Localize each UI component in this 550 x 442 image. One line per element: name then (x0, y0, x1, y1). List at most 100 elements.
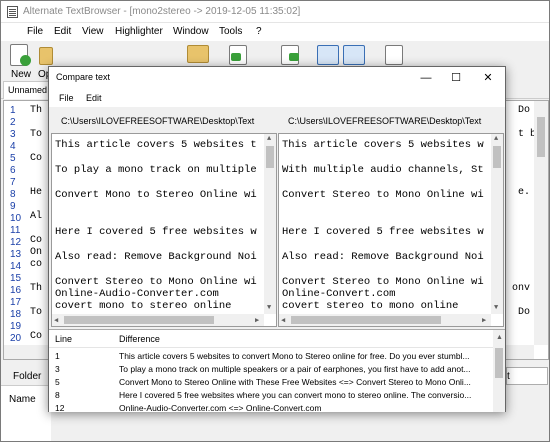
menu-file[interactable]: File (27, 26, 43, 37)
table-row[interactable]: 5 Convert Mono to Stereo Online with The… (49, 376, 489, 389)
menu-edit[interactable]: Edit (54, 26, 71, 37)
folder-icon[interactable] (187, 45, 209, 63)
scroll-thumb[interactable] (64, 316, 214, 324)
line-number: 9 (10, 201, 16, 212)
folder-label: Folder (13, 371, 42, 382)
left-vertical-scrollbar[interactable]: ▲ ▼ (264, 134, 276, 314)
left-text-line: Here I covered 5 free websites w (55, 226, 257, 238)
line-number: 2 (10, 117, 16, 128)
row-line-number: 5 (55, 377, 60, 387)
menu-window[interactable]: Window (173, 26, 209, 37)
plus-icon (20, 55, 31, 66)
compare-text-dialog: Compare text — ☐ ✕ File Edit C:\Users\IL… (48, 66, 506, 412)
button-label: t (507, 371, 510, 382)
scroll-right-icon[interactable]: ▶ (482, 316, 486, 325)
difference-table[interactable]: Line Difference 1 This article covers 5 … (49, 329, 505, 412)
menu-view[interactable]: View (82, 26, 104, 37)
left-text-line: Convert Stereo to Mono Online wi (55, 276, 257, 288)
table-row[interactable]: 1 This article covers 5 websites to conv… (49, 350, 489, 363)
line-number: 16 (10, 285, 22, 296)
name-column-header[interactable]: Name (9, 394, 36, 405)
scroll-thumb[interactable] (537, 117, 545, 157)
scroll-up-icon[interactable]: ▲ (267, 135, 271, 143)
scroll-up-icon[interactable]: ▲ (494, 135, 498, 143)
open-folder-icon (39, 47, 53, 65)
line-number: 7 (10, 177, 16, 188)
new-button[interactable]: New (7, 43, 35, 80)
scroll-thumb[interactable] (266, 146, 274, 168)
file-list[interactable]: Name (1, 385, 51, 441)
editor-vertical-scrollbar[interactable] (534, 101, 548, 345)
right-vertical-scrollbar[interactable]: ▲ ▼ (491, 134, 503, 314)
line-number: 18 (10, 309, 22, 320)
text-fragment: e. (518, 187, 531, 198)
line-number: 15 (10, 273, 22, 284)
left-text-line: Online-Audio-Converter.com (55, 288, 219, 300)
dialog-title-bar: Compare text — ☐ ✕ (49, 67, 505, 89)
menu-highlighter[interactable]: Highlighter (115, 26, 163, 37)
menu-help[interactable]: ? (256, 26, 262, 37)
right-horizontal-scrollbar[interactable]: ◀ ▶ (279, 314, 491, 326)
scroll-up-icon[interactable]: ▲ (496, 334, 503, 341)
right-compare-pane[interactable]: This article covers 5 websites w With mu… (278, 133, 504, 327)
table-row[interactable]: 12 Online-Audio-Converter.com <=> Online… (49, 402, 489, 412)
row-difference: This article covers 5 websites to conver… (119, 351, 470, 361)
scroll-left-icon[interactable]: ◀ (281, 316, 285, 325)
line-number: 11 (10, 225, 21, 236)
close-icon[interactable]: ✕ (473, 67, 503, 89)
left-horizontal-scrollbar[interactable]: ◀ ▶ (52, 314, 264, 326)
scroll-down-icon[interactable]: ▼ (267, 304, 271, 312)
row-line-number: 8 (55, 390, 60, 400)
main-menu-bar: File Edit View Highlighter Window Tools … (1, 23, 549, 41)
right-text-line: With multiple audio channels, St (282, 164, 484, 176)
difference-table-header: Line Difference (49, 330, 505, 348)
left-text-line: This article covers 5 websites t (55, 139, 257, 151)
left-compare-pane[interactable]: This article covers 5 websites t To play… (51, 133, 277, 327)
left-text-line: Convert Mono to Stereo Online wi (55, 189, 257, 201)
scroll-thumb[interactable] (493, 146, 501, 168)
prev-window-icon[interactable] (317, 45, 339, 65)
table-row[interactable]: 3 To play a mono track on multiple speak… (49, 363, 489, 376)
scroll-thumb[interactable] (495, 348, 503, 378)
menu-tools[interactable]: Tools (219, 26, 242, 37)
right-text-line: covert stereo to mono online (282, 300, 459, 312)
bottom-right-button[interactable]: t (506, 367, 548, 385)
text-fragment: Th (30, 105, 43, 116)
table-row[interactable]: 8 Here I covered 5 free websites where y… (49, 389, 489, 402)
maximize-icon[interactable]: ☐ (441, 67, 471, 89)
difference-vertical-scrollbar[interactable]: ▲ (493, 330, 505, 412)
app-icon (7, 6, 18, 18)
minimize-icon[interactable]: — (411, 67, 441, 89)
text-fragment: On (30, 247, 43, 258)
text-fragment: co (30, 259, 43, 270)
binary-doc-icon[interactable] (385, 45, 403, 65)
line-number: 20 (10, 333, 22, 344)
scroll-right-icon[interactable]: ▶ (255, 316, 259, 325)
row-difference: Convert Mono to Stereo Online with These… (119, 377, 471, 387)
line-number: 19 (10, 321, 22, 332)
dialog-menu-file[interactable]: File (59, 93, 74, 103)
text-fragment: He (30, 187, 43, 198)
scroll-down-icon[interactable]: ▼ (494, 304, 498, 312)
difference-column-header[interactable]: Difference (119, 334, 160, 344)
scroll-thumb[interactable] (291, 316, 441, 324)
line-column-header[interactable]: Line (55, 334, 72, 344)
text-fragment: Do (518, 105, 531, 116)
window-title: Alternate TextBrowser - [mono2stereo -> … (23, 6, 301, 17)
right-text-line: Online-Convert.com (282, 288, 396, 300)
next-window-icon[interactable] (343, 45, 365, 65)
left-text-line: To play a mono track on multiple (55, 164, 257, 176)
row-line-number: 12 (55, 403, 65, 412)
text-fragment: Do (518, 307, 531, 318)
right-text-line: Also read: Remove Background Noi (282, 251, 484, 263)
scroll-left-icon[interactable]: ◀ (54, 316, 58, 325)
dialog-menu-edit[interactable]: Edit (86, 93, 102, 103)
row-difference: Online-Audio-Converter.com <=> Online-Co… (119, 403, 322, 412)
line-number: 4 (10, 141, 16, 152)
text-fragment: Co (30, 235, 43, 246)
line-number: 5 (10, 153, 16, 164)
line-number-gutter: 1 2 3 4 5 6 7 8 9 10 11 12 13 14 15 16 1… (4, 101, 28, 359)
tab-unnamed[interactable]: Unnamed (3, 81, 51, 99)
left-file-path: C:\Users\ILOVEFREESOFTWARE\Desktop\Text (61, 116, 255, 126)
line-number: 12 (10, 237, 22, 248)
